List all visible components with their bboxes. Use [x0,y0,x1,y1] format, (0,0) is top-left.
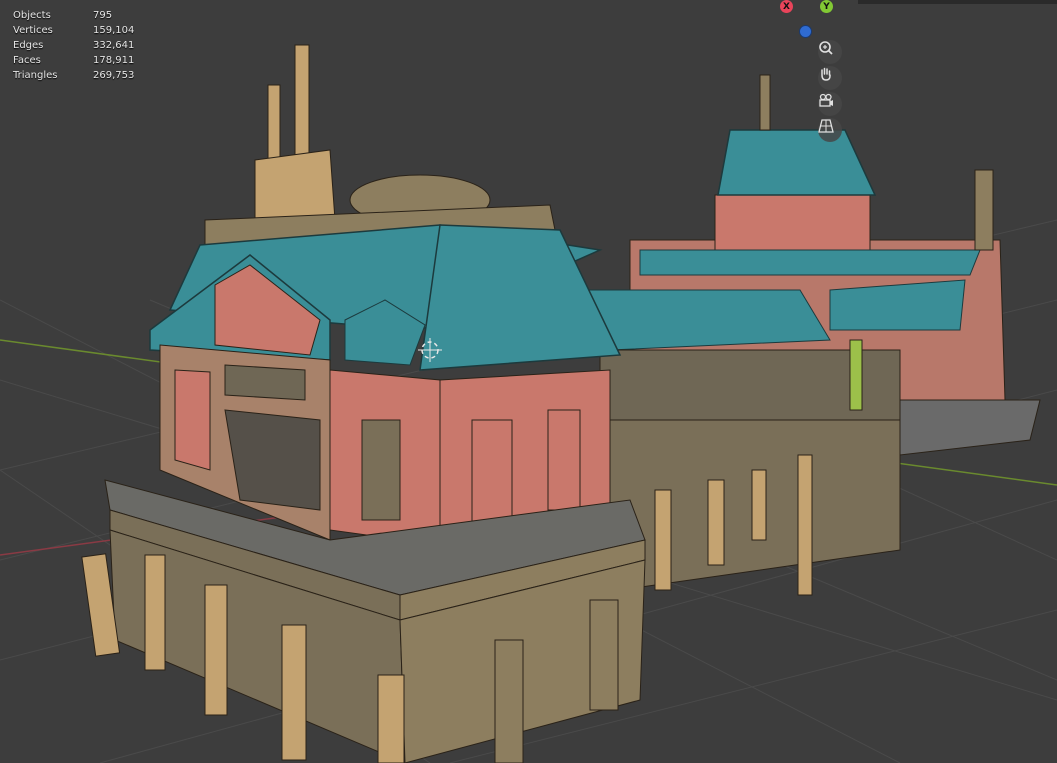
stat-value: 795 [93,10,113,21]
scene-canvas [0,44,1057,763]
stat-value: 159,104 [93,25,135,36]
header-region [858,0,1057,4]
stat-value: 269,753 [93,70,135,81]
3d-viewport[interactable]: Objects 795 Vertices 159,104 Edges 332,6… [0,0,1057,763]
grid-perspective-icon [818,119,834,133]
scene-statistics: Objects 795 Vertices 159,104 Edges 332,6… [13,8,153,83]
pan-hand-icon [821,67,831,81]
stat-label: Triangles [13,70,58,81]
stat-label: Objects [13,10,51,21]
camera-icon [819,93,833,107]
stat-row: Triangles 269,753 [13,68,153,83]
perspective-toggle-button[interactable] [818,118,842,142]
right-wing [579,74,1041,596]
stat-value: 332,641 [93,40,135,51]
main-building [81,44,646,763]
stat-row: Objects 795 [13,8,153,23]
gizmo-z-axis[interactable] [799,25,812,38]
gizmo-y-axis[interactable]: Y [820,0,833,13]
stat-label: Faces [13,55,41,66]
stat-row: Faces 178,911 [13,53,153,68]
stat-row: Edges 332,641 [13,38,153,53]
stat-label: Vertices [13,25,53,36]
gizmo-x-label: X [783,1,790,12]
stat-row: Vertices 159,104 [13,23,153,38]
stat-value: 178,911 [93,55,135,66]
zoom-button[interactable] [818,40,842,64]
stat-label: Edges [13,40,44,51]
gizmo-x-axis[interactable]: X [780,0,793,13]
gizmo-y-label: Y [823,1,830,12]
zoom-icon [819,41,833,55]
pan-button[interactable] [818,66,842,90]
camera-view-button[interactable] [818,92,842,116]
